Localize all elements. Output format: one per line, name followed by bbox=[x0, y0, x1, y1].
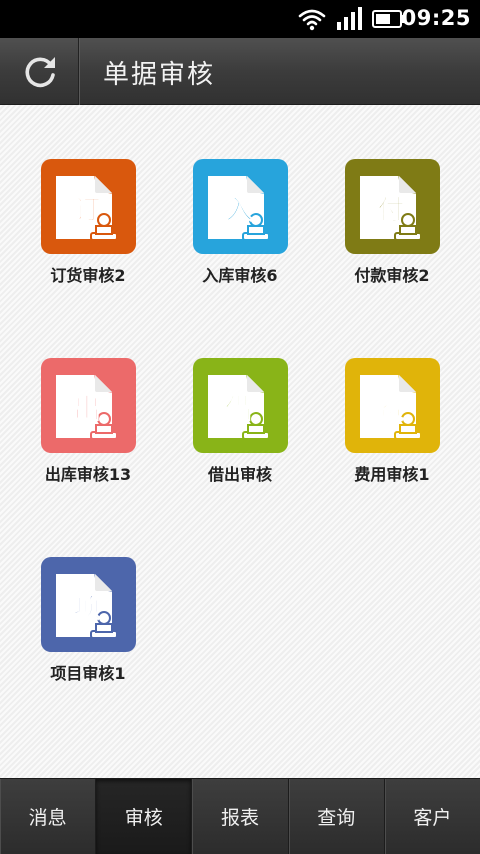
signal-icon bbox=[336, 7, 364, 35]
tab-reports[interactable]: 报表 bbox=[192, 779, 289, 854]
tile-payment-approval[interactable]: 付 付款审核2 bbox=[327, 159, 457, 299]
tile-order-approval[interactable]: 订 订货审核2 bbox=[23, 159, 153, 299]
project-doc-icon: 项 bbox=[41, 557, 136, 652]
tile-label: 项目审核1 bbox=[50, 664, 126, 683]
page-title: 单据审核 bbox=[103, 60, 216, 90]
tile-glyph: 订 bbox=[73, 195, 101, 226]
wifi-icon bbox=[298, 7, 326, 35]
payment-doc-icon: 付 bbox=[345, 159, 440, 254]
approval-grid: 订 订货审核2 入 入库审核6 付 付款审核2 出 出库审核13 借 借出审核 … bbox=[0, 105, 480, 778]
status-bar: 09:25 bbox=[0, 0, 480, 38]
tile-label: 借出审核 bbox=[207, 465, 272, 484]
tile-label: 入库审核6 bbox=[202, 266, 278, 285]
tab-query[interactable]: 查询 bbox=[289, 779, 385, 854]
expense-doc-icon: 费 bbox=[345, 358, 440, 453]
stock-out-doc-icon: 出 bbox=[41, 358, 136, 453]
tile-label: 出库审核13 bbox=[44, 465, 132, 484]
tile-lend-approval[interactable]: 借 借出审核 bbox=[175, 358, 305, 498]
tile-glyph: 借 bbox=[225, 394, 253, 425]
bottom-nav: 消息 审核 报表 查询 客户 bbox=[0, 778, 480, 854]
order-doc-icon: 订 bbox=[41, 159, 136, 254]
tab-customers[interactable]: 客户 bbox=[385, 779, 480, 854]
tile-glyph: 出 bbox=[73, 394, 101, 425]
tile-label: 费用审核1 bbox=[354, 465, 430, 484]
tab-approval[interactable]: 审核 bbox=[96, 779, 193, 854]
tile-glyph: 费 bbox=[377, 394, 405, 425]
tile-expense-approval[interactable]: 费 费用审核1 bbox=[327, 358, 457, 498]
tile-label: 订货审核2 bbox=[50, 266, 126, 285]
clock: 09:25 bbox=[401, 6, 471, 30]
tile-project-approval[interactable]: 项 项目审核1 bbox=[23, 557, 153, 697]
tab-messages[interactable]: 消息 bbox=[0, 779, 97, 854]
tile-stock-out-approval[interactable]: 出 出库审核13 bbox=[23, 358, 153, 498]
tile-glyph: 付 bbox=[377, 195, 405, 226]
lend-doc-icon: 借 bbox=[193, 358, 288, 453]
tile-label: 付款审核2 bbox=[354, 266, 430, 285]
tile-glyph: 项 bbox=[73, 593, 101, 624]
tile-glyph: 入 bbox=[225, 195, 253, 226]
stock-in-doc-icon: 入 bbox=[193, 159, 288, 254]
tile-stock-in-approval[interactable]: 入 入库审核6 bbox=[175, 159, 305, 299]
refresh-button[interactable] bbox=[0, 38, 79, 105]
title-bar: 单据审核 bbox=[0, 38, 480, 105]
